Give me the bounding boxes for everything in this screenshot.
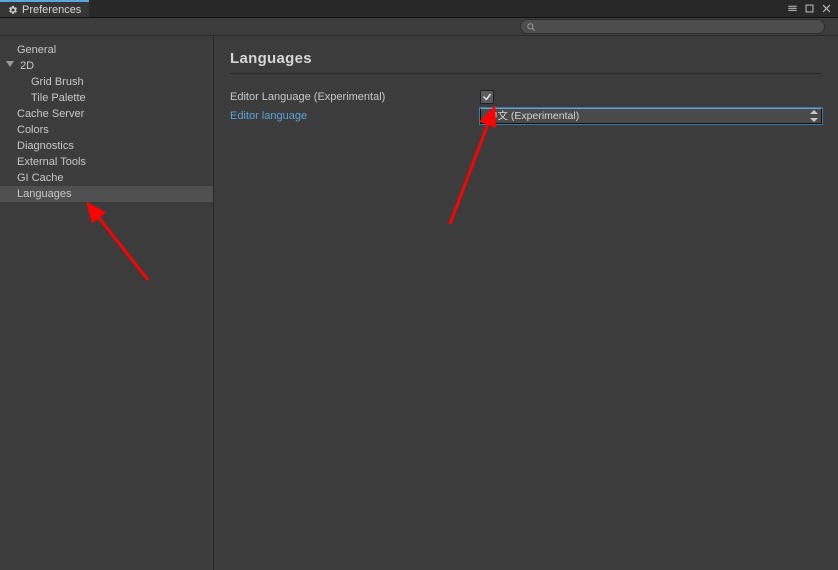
sidebar-item-languages[interactable]: Languages <box>0 186 213 202</box>
sidebar-item-label: Cache Server <box>17 108 84 120</box>
dropdown-editor-language[interactable]: 中文 (Experimental) <box>480 108 822 124</box>
maximize-icon[interactable] <box>804 3 815 14</box>
search-field[interactable] <box>520 19 825 34</box>
row-editor-language-experimental: Editor Language (Experimental) <box>230 88 822 105</box>
close-icon[interactable] <box>821 3 832 14</box>
sidebar-item-colors[interactable]: Colors <box>0 122 213 138</box>
sidebar-item-2d[interactable]: 2D <box>0 58 213 74</box>
label-editor-language[interactable]: Editor language <box>230 110 480 122</box>
window-controls <box>781 0 838 17</box>
sidebar-item-label: General <box>17 44 56 56</box>
sidebar-item-label: Languages <box>17 188 71 200</box>
search-icon <box>526 22 536 32</box>
page-title: Languages <box>230 50 822 74</box>
gear-icon <box>8 5 18 15</box>
sidebar: General 2D Grid Brush Tile Palette Cache… <box>0 36 214 570</box>
sidebar-item-tile-palette[interactable]: Tile Palette <box>0 90 213 106</box>
tab-title: Preferences <box>22 4 81 16</box>
sidebar-item-label: GI Cache <box>17 172 63 184</box>
checkmark-icon <box>482 92 492 102</box>
sidebar-item-label: Colors <box>17 124 49 136</box>
label-editor-language-experimental: Editor Language (Experimental) <box>230 91 480 103</box>
tab-bar: Preferences <box>0 0 838 18</box>
tabbar-spacer <box>89 0 781 17</box>
dropdown-arrows-icon <box>810 110 818 122</box>
sidebar-item-label: 2D <box>20 60 34 72</box>
window-menu-icon[interactable] <box>787 3 798 14</box>
foldout-icon[interactable] <box>5 58 15 74</box>
content-panel: Languages Editor Language (Experimental)… <box>214 36 838 570</box>
sidebar-item-general[interactable]: General <box>0 42 213 58</box>
sidebar-item-label: Diagnostics <box>17 140 74 152</box>
sidebar-item-label: Grid Brush <box>31 76 84 88</box>
sidebar-item-label: Tile Palette <box>31 92 86 104</box>
tab-preferences[interactable]: Preferences <box>0 0 89 17</box>
checkbox-editor-language-experimental[interactable] <box>480 90 494 104</box>
body: General 2D Grid Brush Tile Palette Cache… <box>0 36 838 570</box>
sidebar-item-grid-brush[interactable]: Grid Brush <box>0 74 213 90</box>
sidebar-item-label: External Tools <box>17 156 86 168</box>
dropdown-value: 中文 (Experimental) <box>487 109 579 123</box>
row-editor-language: Editor language 中文 (Experimental) <box>230 107 822 124</box>
preferences-window: Preferences General <box>0 0 838 570</box>
search-input[interactable] <box>540 20 819 34</box>
toolbar <box>0 18 838 36</box>
sidebar-item-external-tools[interactable]: External Tools <box>0 154 213 170</box>
sidebar-item-gi-cache[interactable]: GI Cache <box>0 170 213 186</box>
sidebar-item-cache-server[interactable]: Cache Server <box>0 106 213 122</box>
sidebar-item-diagnostics[interactable]: Diagnostics <box>0 138 213 154</box>
